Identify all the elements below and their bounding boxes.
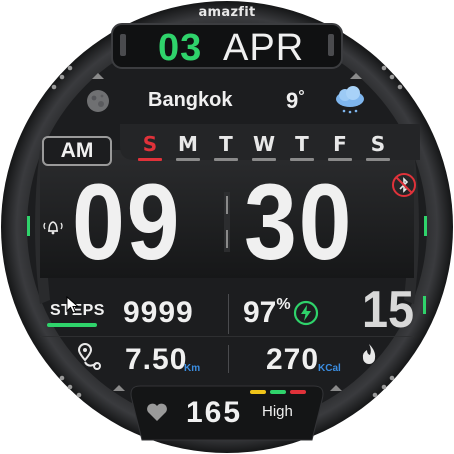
weekday-underline: [366, 158, 390, 161]
calories-value: 270: [266, 343, 320, 376]
date-month: APR: [223, 27, 305, 69]
heart-icon: [146, 402, 168, 422]
temperature-unit: °: [298, 88, 305, 105]
brand-logo: amazfit: [198, 5, 256, 20]
time-hours: 09: [72, 161, 182, 282]
temperature-value: 9: [286, 88, 299, 113]
time-minutes: 30: [244, 161, 354, 282]
cloud-rain-icon: [333, 84, 367, 118]
calories-unit: KCal: [318, 363, 341, 374]
zone-bar-red: [290, 390, 306, 394]
weekday-strip: SMTWTFS: [138, 132, 408, 162]
weather-temperature: 9°: [286, 88, 305, 114]
battery-readout: 97%: [243, 296, 291, 330]
weekday-1: M: [176, 132, 200, 161]
charging-icon: [293, 300, 319, 326]
cursor-icon: [66, 295, 80, 314]
distance-unit: Km: [184, 363, 201, 374]
weekday-label: F: [333, 132, 347, 156]
zone-bar-yellow: [250, 390, 266, 394]
heart-zone-bars: [250, 390, 306, 396]
heart-zone-label: High: [262, 403, 293, 420]
alarm-icon: [42, 217, 64, 237]
flame-icon: [359, 343, 379, 367]
weekday-0: S: [138, 132, 162, 161]
bluetooth-off-icon: [391, 172, 417, 198]
steps-value: 9999: [123, 296, 194, 329]
heart-rate-value: 165: [186, 396, 243, 429]
weekday-underline: [214, 158, 238, 161]
weather-city: Bangkok: [148, 89, 233, 111]
moon-icon: [86, 89, 110, 113]
weekday-label: T: [295, 132, 309, 156]
weekday-label: M: [178, 132, 198, 156]
weekday-5: F: [328, 132, 352, 161]
distance-value: 7.50: [125, 343, 188, 376]
period-label: AM: [60, 139, 94, 162]
battery-value: 97: [243, 296, 277, 329]
weekday-3: W: [252, 132, 276, 161]
weekday-label: W: [252, 132, 276, 156]
time-seconds: 15: [362, 281, 415, 339]
weekday-6: S: [366, 132, 390, 161]
weekday-4: T: [290, 132, 314, 161]
battery-unit: %: [276, 296, 291, 313]
zone-bar-green: [270, 390, 286, 394]
weekday-label: S: [370, 132, 386, 156]
weekday-label: T: [219, 132, 233, 156]
weekday-label: S: [142, 132, 158, 156]
weekday-2: T: [214, 132, 238, 161]
date-day: 03: [158, 27, 203, 69]
distance-icon: [76, 342, 104, 374]
